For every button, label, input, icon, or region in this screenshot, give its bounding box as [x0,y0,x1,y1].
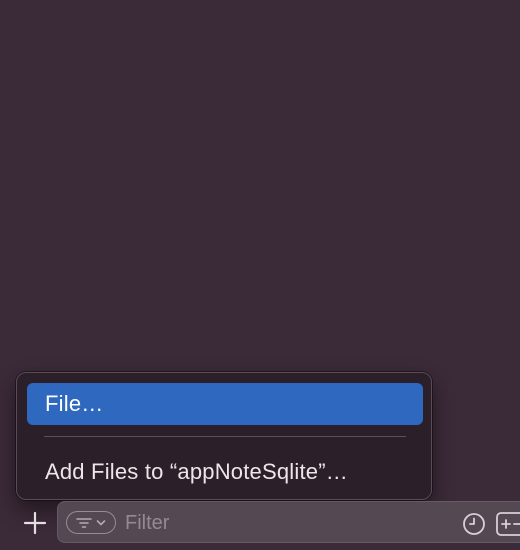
filter-field[interactable]: Filter [57,501,520,543]
add-files-popup-menu: File… Add Files to “appNoteSqlite”… [16,372,432,500]
navigator-bottom-bar: Filter [0,498,520,550]
chevron-down-icon [96,519,106,525]
filter-placeholder: Filter [125,512,170,534]
menu-item-add-files-to-project[interactable]: Add Files to “appNoteSqlite”… [27,451,423,493]
add-button[interactable] [22,510,48,536]
clock-icon [463,513,485,535]
filter-options-button[interactable] [66,511,116,534]
plus-minus-square-icon [496,512,520,536]
menu-separator [44,436,406,437]
menu-item-file[interactable]: File… [27,383,423,425]
filter-lines-icon [76,517,92,528]
recent-files-filter-button[interactable] [462,512,486,536]
plus-icon [23,511,47,535]
source-control-filter-button[interactable] [496,512,520,536]
